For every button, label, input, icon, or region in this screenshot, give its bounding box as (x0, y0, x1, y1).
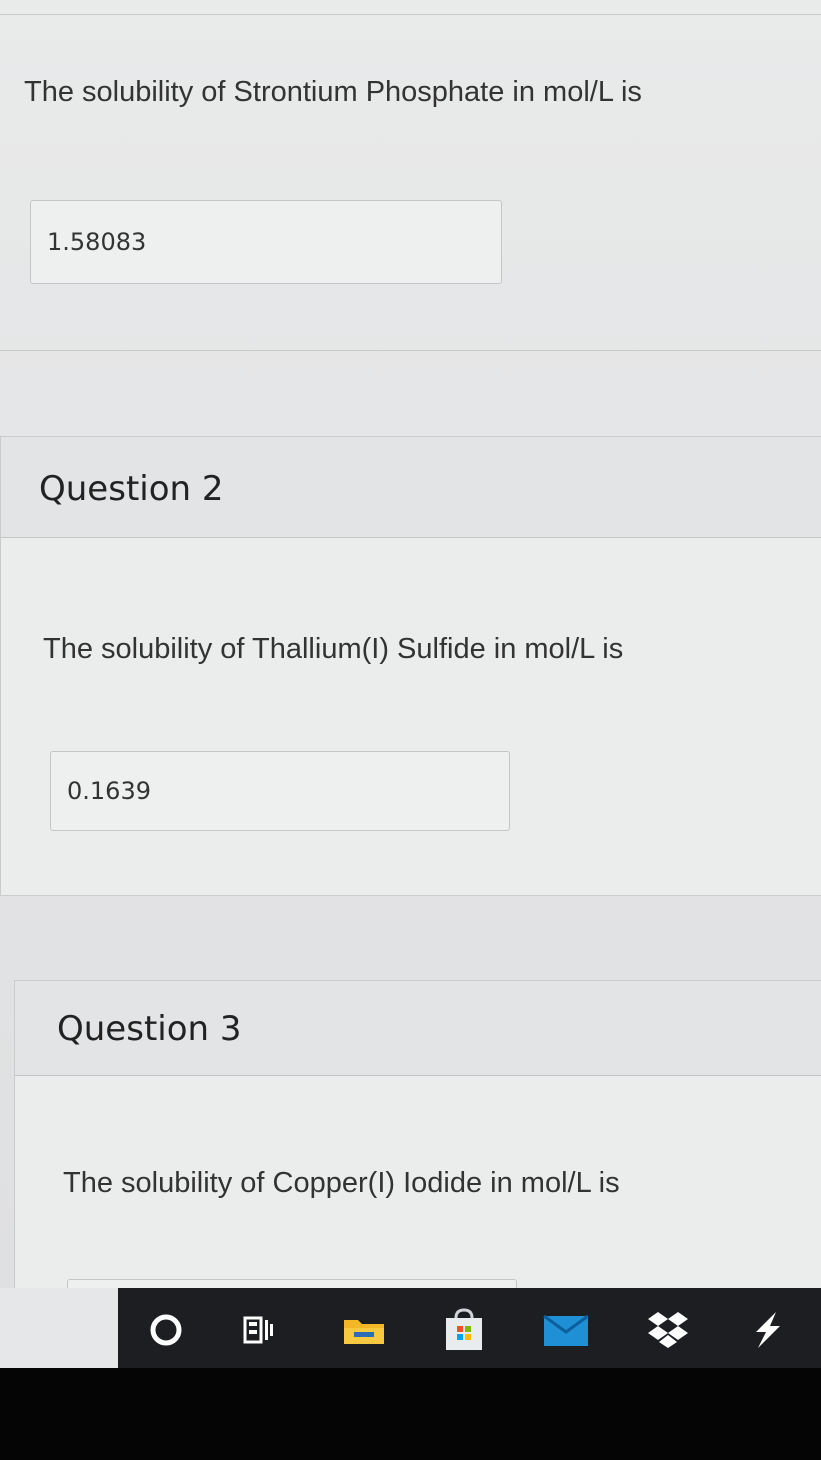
question-2-text: The solubility of Thallium(I) Sulfide in… (43, 633, 624, 665)
question-2-panel: Question 2 The solubility of Thallium(I)… (0, 436, 821, 896)
question-2-title: Question 2 (39, 469, 224, 509)
question-3-title: Question 3 (57, 1009, 242, 1049)
question-3-text: The solubility of Copper(I) Iodide in mo… (63, 1167, 620, 1199)
question-1-answer-input[interactable] (30, 200, 502, 284)
screen-bezel (0, 1368, 821, 1460)
question-1-bottom-divider (0, 350, 821, 351)
question-2-header: Question 2 (1, 437, 821, 538)
top-divider (0, 14, 821, 15)
question-3-header: Question 3 (15, 981, 821, 1076)
quiz-area: The solubility of Strontium Phosphate in… (0, 0, 821, 1290)
question-2-answer-input[interactable] (50, 751, 510, 831)
taskbar (0, 1288, 821, 1368)
cortana-circle-icon[interactable] (138, 1302, 194, 1358)
question-3-panel: Question 3 The solubility of Copper(I) I… (14, 980, 821, 1290)
task-view-icon[interactable] (230, 1302, 286, 1358)
file-explorer-icon[interactable] (336, 1302, 392, 1358)
mail-icon[interactable] (538, 1302, 594, 1358)
store-icon[interactable] (436, 1302, 492, 1358)
question-1-text: The solubility of Strontium Phosphate in… (24, 76, 642, 108)
taskbar-search-area[interactable] (0, 1288, 118, 1368)
power-bi-icon[interactable] (740, 1302, 796, 1358)
dropbox-icon[interactable] (640, 1302, 696, 1358)
